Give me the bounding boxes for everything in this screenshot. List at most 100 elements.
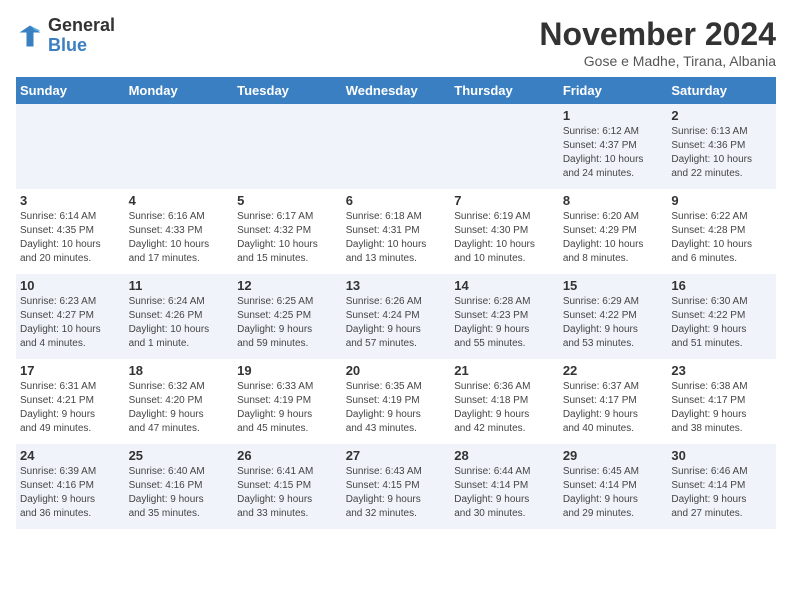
day-number: 8 bbox=[563, 193, 664, 208]
day-info: Sunrise: 6:32 AM Sunset: 4:20 PM Dayligh… bbox=[129, 380, 230, 436]
day-number: 25 bbox=[129, 448, 230, 463]
calendar-cell: 1 Sunrise: 6:12 AM Sunset: 4:37 PM Daylig… bbox=[559, 104, 668, 189]
calendar-cell: 5 Sunrise: 6:17 AM Sunset: 4:32 PM Daylig… bbox=[233, 189, 342, 274]
calendar-cell: 28Sunrise: 6:44 AM Sunset: 4:14 PM Dayli… bbox=[450, 444, 559, 529]
calendar-cell: 22 Sunrise: 6:37 AM Sunset: 4:17 PM Dayli… bbox=[559, 359, 668, 444]
calendar-cell: 24 Sunrise: 6:39 AM Sunset: 4:16 PM Dayli… bbox=[16, 444, 125, 529]
calendar-week-row: 3 Sunrise: 6:14 AM Sunset: 4:35 PM Daylig… bbox=[16, 189, 776, 274]
day-info: Sunrise: 6:37 AM Sunset: 4:17 PM Dayligh… bbox=[563, 380, 664, 436]
logo: General Blue bbox=[16, 16, 115, 56]
calendar-cell: 29 Sunrise: 6:45 AM Sunset: 4:14 PM Dayli… bbox=[559, 444, 668, 529]
weekday-header: Thursday bbox=[450, 77, 559, 104]
location-subtitle: Gose e Madhe, Tirana, Albania bbox=[539, 53, 776, 69]
day-info: Sunrise: 6:39 AM Sunset: 4:16 PM Dayligh… bbox=[20, 465, 121, 521]
title-block: November 2024 Gose e Madhe, Tirana, Alba… bbox=[539, 16, 776, 69]
day-number: 14 bbox=[454, 278, 555, 293]
weekday-header: Tuesday bbox=[233, 77, 342, 104]
day-info: Sunrise: 6:41 AM Sunset: 4:15 PM Dayligh… bbox=[237, 465, 338, 521]
day-info: Sunrise: 6:33 AM Sunset: 4:19 PM Dayligh… bbox=[237, 380, 338, 436]
day-number: 29 bbox=[563, 448, 664, 463]
day-number: 21 bbox=[454, 363, 555, 378]
calendar-week-row: 10 Sunrise: 6:23 AM Sunset: 4:27 PM Dayli… bbox=[16, 274, 776, 359]
calendar-week-row: 17 Sunrise: 6:31 AM Sunset: 4:21 PM Dayli… bbox=[16, 359, 776, 444]
day-info: Sunrise: 6:44 AM Sunset: 4:14 PM Dayligh… bbox=[454, 465, 555, 521]
calendar-cell: 18 Sunrise: 6:32 AM Sunset: 4:20 PM Dayli… bbox=[125, 359, 234, 444]
day-info: Sunrise: 6:14 AM Sunset: 4:35 PM Dayligh… bbox=[20, 210, 121, 266]
day-info: Sunrise: 6:35 AM Sunset: 4:19 PM Dayligh… bbox=[346, 380, 447, 436]
day-number: 27 bbox=[346, 448, 447, 463]
month-title: November 2024 bbox=[539, 16, 776, 53]
weekday-header-row: SundayMondayTuesdayWednesdayThursdayFrid… bbox=[16, 77, 776, 104]
calendar-cell: 14 Sunrise: 6:28 AM Sunset: 4:23 PM Dayli… bbox=[450, 274, 559, 359]
day-number: 10 bbox=[20, 278, 121, 293]
calendar-week-row: 1 Sunrise: 6:12 AM Sunset: 4:37 PM Daylig… bbox=[16, 104, 776, 189]
day-number: 24 bbox=[20, 448, 121, 463]
calendar-cell bbox=[125, 104, 234, 189]
day-info: Sunrise: 6:25 AM Sunset: 4:25 PM Dayligh… bbox=[237, 295, 338, 351]
day-number: 4 bbox=[129, 193, 230, 208]
day-number: 9 bbox=[671, 193, 772, 208]
day-info: Sunrise: 6:43 AM Sunset: 4:15 PM Dayligh… bbox=[346, 465, 447, 521]
calendar-cell: 27 Sunrise: 6:43 AM Sunset: 4:15 PM Dayli… bbox=[342, 444, 451, 529]
day-info: Sunrise: 6:26 AM Sunset: 4:24 PM Dayligh… bbox=[346, 295, 447, 351]
calendar-cell: 9Sunrise: 6:22 AM Sunset: 4:28 PM Daylig… bbox=[667, 189, 776, 274]
day-number: 3 bbox=[20, 193, 121, 208]
day-info: Sunrise: 6:17 AM Sunset: 4:32 PM Dayligh… bbox=[237, 210, 338, 266]
day-number: 15 bbox=[563, 278, 664, 293]
calendar-cell: 26 Sunrise: 6:41 AM Sunset: 4:15 PM Dayli… bbox=[233, 444, 342, 529]
day-number: 17 bbox=[20, 363, 121, 378]
calendar-cell: 11 Sunrise: 6:24 AM Sunset: 4:26 PM Dayli… bbox=[125, 274, 234, 359]
day-number: 13 bbox=[346, 278, 447, 293]
calendar-cell: 2 Sunrise: 6:13 AM Sunset: 4:36 PM Daylig… bbox=[667, 104, 776, 189]
weekday-header: Wednesday bbox=[342, 77, 451, 104]
logo-icon bbox=[16, 22, 44, 50]
calendar-cell: 3 Sunrise: 6:14 AM Sunset: 4:35 PM Daylig… bbox=[16, 189, 125, 274]
day-number: 11 bbox=[129, 278, 230, 293]
logo-text: General Blue bbox=[48, 16, 115, 56]
calendar-cell: 30 Sunrise: 6:46 AM Sunset: 4:14 PM Dayli… bbox=[667, 444, 776, 529]
day-number: 30 bbox=[671, 448, 772, 463]
day-info: Sunrise: 6:29 AM Sunset: 4:22 PM Dayligh… bbox=[563, 295, 664, 351]
day-info: Sunrise: 6:12 AM Sunset: 4:37 PM Dayligh… bbox=[563, 125, 664, 181]
calendar-cell: 12 Sunrise: 6:25 AM Sunset: 4:25 PM Dayli… bbox=[233, 274, 342, 359]
calendar-cell: 6 Sunrise: 6:18 AM Sunset: 4:31 PM Daylig… bbox=[342, 189, 451, 274]
calendar-cell: 4Sunrise: 6:16 AM Sunset: 4:33 PM Daylig… bbox=[125, 189, 234, 274]
day-info: Sunrise: 6:18 AM Sunset: 4:31 PM Dayligh… bbox=[346, 210, 447, 266]
calendar-cell: 15 Sunrise: 6:29 AM Sunset: 4:22 PM Dayli… bbox=[559, 274, 668, 359]
weekday-header: Sunday bbox=[16, 77, 125, 104]
calendar-cell bbox=[233, 104, 342, 189]
day-info: Sunrise: 6:13 AM Sunset: 4:36 PM Dayligh… bbox=[671, 125, 772, 181]
day-info: Sunrise: 6:23 AM Sunset: 4:27 PM Dayligh… bbox=[20, 295, 121, 351]
calendar-cell: 7Sunrise: 6:19 AM Sunset: 4:30 PM Daylig… bbox=[450, 189, 559, 274]
day-info: Sunrise: 6:20 AM Sunset: 4:29 PM Dayligh… bbox=[563, 210, 664, 266]
calendar-cell: 21 Sunrise: 6:36 AM Sunset: 4:18 PM Dayli… bbox=[450, 359, 559, 444]
day-number: 6 bbox=[346, 193, 447, 208]
calendar-cell: 19 Sunrise: 6:33 AM Sunset: 4:19 PM Dayli… bbox=[233, 359, 342, 444]
day-number: 2 bbox=[671, 108, 772, 123]
calendar-cell: 20Sunrise: 6:35 AM Sunset: 4:19 PM Dayli… bbox=[342, 359, 451, 444]
day-info: Sunrise: 6:19 AM Sunset: 4:30 PM Dayligh… bbox=[454, 210, 555, 266]
calendar-cell: 25Sunrise: 6:40 AM Sunset: 4:16 PM Dayli… bbox=[125, 444, 234, 529]
day-number: 18 bbox=[129, 363, 230, 378]
calendar-cell: 10 Sunrise: 6:23 AM Sunset: 4:27 PM Dayli… bbox=[16, 274, 125, 359]
day-number: 19 bbox=[237, 363, 338, 378]
day-number: 5 bbox=[237, 193, 338, 208]
day-number: 12 bbox=[237, 278, 338, 293]
day-info: Sunrise: 6:30 AM Sunset: 4:22 PM Dayligh… bbox=[671, 295, 772, 351]
weekday-header: Saturday bbox=[667, 77, 776, 104]
day-number: 1 bbox=[563, 108, 664, 123]
day-number: 22 bbox=[563, 363, 664, 378]
day-info: Sunrise: 6:31 AM Sunset: 4:21 PM Dayligh… bbox=[20, 380, 121, 436]
weekday-header: Friday bbox=[559, 77, 668, 104]
day-info: Sunrise: 6:46 AM Sunset: 4:14 PM Dayligh… bbox=[671, 465, 772, 521]
day-info: Sunrise: 6:36 AM Sunset: 4:18 PM Dayligh… bbox=[454, 380, 555, 436]
day-info: Sunrise: 6:28 AM Sunset: 4:23 PM Dayligh… bbox=[454, 295, 555, 351]
calendar-cell bbox=[342, 104, 451, 189]
day-info: Sunrise: 6:45 AM Sunset: 4:14 PM Dayligh… bbox=[563, 465, 664, 521]
calendar-cell: 16 Sunrise: 6:30 AM Sunset: 4:22 PM Dayli… bbox=[667, 274, 776, 359]
day-number: 26 bbox=[237, 448, 338, 463]
day-number: 16 bbox=[671, 278, 772, 293]
calendar-cell: 8 Sunrise: 6:20 AM Sunset: 4:29 PM Daylig… bbox=[559, 189, 668, 274]
day-info: Sunrise: 6:24 AM Sunset: 4:26 PM Dayligh… bbox=[129, 295, 230, 351]
calendar-cell: 13 Sunrise: 6:26 AM Sunset: 4:24 PM Dayli… bbox=[342, 274, 451, 359]
